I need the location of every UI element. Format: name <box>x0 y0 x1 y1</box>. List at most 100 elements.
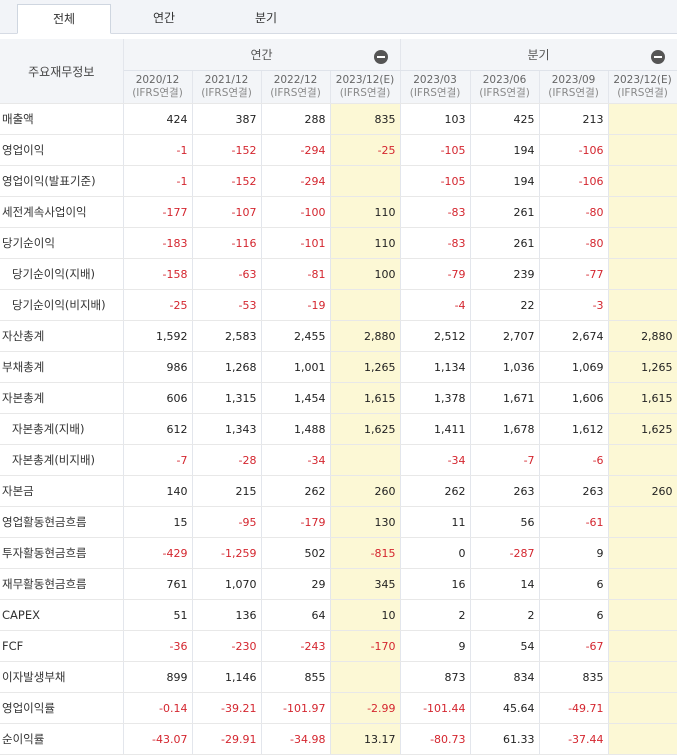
value-cell: 61.33 <box>470 723 540 755</box>
value-cell <box>608 444 677 476</box>
value-cell: 899 <box>123 661 193 693</box>
value-cell: 45.64 <box>470 692 540 724</box>
value-cell: -815 <box>330 537 401 569</box>
value-cell: 213 <box>539 103 609 135</box>
value-cell <box>608 723 677 755</box>
value-cell: 261 <box>470 227 540 259</box>
value-cell: 835 <box>330 103 401 135</box>
table-row: 영업이익(발표기준) -1 -152 -294 -105 194 -106 <box>0 165 677 197</box>
value-cell: 2 <box>470 599 540 631</box>
value-cell: -81 <box>261 258 331 290</box>
period-basis: (IFRS연결) <box>548 87 599 99</box>
value-cell: 100 <box>330 258 401 290</box>
collapse-quarter-icon[interactable] <box>650 50 665 64</box>
value-cell: 13.17 <box>330 723 401 755</box>
value-cell: 1,343 <box>192 413 262 445</box>
value-cell: 424 <box>123 103 193 135</box>
value-cell <box>330 165 401 197</box>
value-cell <box>330 444 401 476</box>
tab-annual[interactable]: 연간 <box>118 4 210 33</box>
value-cell: -95 <box>192 506 262 538</box>
financial-table: 주요재무정보 연간 분기 2020/12 (IFRS연결) 2021/12 (IFRS… <box>0 39 677 755</box>
period-header: 2023/03 (IFRS연결) <box>400 70 471 104</box>
row-label: 투자활동현금흐름 <box>0 537 124 569</box>
value-cell <box>608 599 677 631</box>
value-cell: 1,001 <box>261 351 331 383</box>
value-cell: -49.71 <box>539 692 609 724</box>
value-cell: 110 <box>330 227 401 259</box>
collapse-annual-icon[interactable] <box>373 50 388 64</box>
value-cell: 1,488 <box>261 413 331 445</box>
value-cell: 1,615 <box>330 382 401 414</box>
period-date: 2023/09 <box>551 74 596 86</box>
table-row: 순이익률 -43.07 -29.91 -34.98 13.17 -80.73 61.33 -3… <box>0 723 677 755</box>
value-cell: 986 <box>123 351 193 383</box>
period-date: 2021/12 <box>204 74 249 86</box>
value-cell: -43.07 <box>123 723 193 755</box>
value-cell: -83 <box>400 227 471 259</box>
value-cell: -25 <box>330 134 401 166</box>
value-cell: 10 <box>330 599 401 631</box>
period-date: 2023/12(E) <box>613 74 672 86</box>
value-cell: -1,259 <box>192 537 262 569</box>
tab-bar: 전체 연간 분기 <box>0 0 677 34</box>
value-cell: 1,671 <box>470 382 540 414</box>
period-header: 2022/12 (IFRS연결) <box>261 70 331 104</box>
period-basis: (IFRS연결) <box>409 87 461 99</box>
value-cell <box>608 692 677 724</box>
period-basis: (IFRS연결) <box>617 87 668 99</box>
value-cell <box>330 661 401 693</box>
value-cell: 0 <box>400 537 471 569</box>
table-row: 영업이익 -1 -152 -294 -25 -105 194 -106 <box>0 134 677 166</box>
period-header: 2023/06 (IFRS연결) <box>470 70 540 104</box>
value-cell: 16 <box>400 568 471 600</box>
row-label: 자산총계 <box>0 320 124 352</box>
value-cell <box>330 289 401 321</box>
value-cell: -39.21 <box>192 692 262 724</box>
row-label: 자본금 <box>0 475 124 507</box>
table-row: 자본총계 606 1,315 1,454 1,615 1,378 1,671 1,606 1,6… <box>0 382 677 414</box>
value-cell: -105 <box>400 134 471 166</box>
value-cell: -34 <box>400 444 471 476</box>
value-cell: 612 <box>123 413 193 445</box>
value-cell: 51 <box>123 599 193 631</box>
value-cell <box>608 568 677 600</box>
value-cell: -177 <box>123 196 193 228</box>
value-cell: 1,069 <box>539 351 609 383</box>
value-cell: -37.44 <box>539 723 609 755</box>
group-quarter-label: 분기 <box>527 48 550 62</box>
period-header: 2023/12(E) (IFRS연결) <box>330 70 401 104</box>
value-cell: 22 <box>470 289 540 321</box>
value-cell: -106 <box>539 165 609 197</box>
value-cell: 261 <box>470 196 540 228</box>
value-cell: 834 <box>470 661 540 693</box>
value-cell: 263 <box>470 475 540 507</box>
table-row: 자본금 140 215 262 260 262 263 263 260 <box>0 475 677 507</box>
value-cell: 2,707 <box>470 320 540 352</box>
value-cell: -158 <box>123 258 193 290</box>
value-cell: 2,583 <box>192 320 262 352</box>
value-cell <box>608 537 677 569</box>
tab-all[interactable]: 전체 <box>17 4 111 34</box>
value-cell: 130 <box>330 506 401 538</box>
table-row: FCF -36 -230 -243 -170 9 54 -67 <box>0 630 677 662</box>
value-cell: -243 <box>261 630 331 662</box>
table-row: 이자발생부채 899 1,146 855 873 834 835 <box>0 661 677 693</box>
period-basis: (IFRS연결) <box>479 87 530 99</box>
row-label: CAPEX <box>0 599 124 631</box>
value-cell: 873 <box>400 661 471 693</box>
row-label: 당기순이익(지배) <box>0 258 124 290</box>
value-cell: -29.91 <box>192 723 262 755</box>
value-cell: -36 <box>123 630 193 662</box>
value-cell: 140 <box>123 475 193 507</box>
value-cell: 345 <box>330 568 401 600</box>
period-header: 2020/12 (IFRS연결) <box>123 70 193 104</box>
tab-quarterly[interactable]: 분기 <box>220 4 312 33</box>
row-label: FCF <box>0 630 124 662</box>
value-cell: 64 <box>261 599 331 631</box>
value-cell: 136 <box>192 599 262 631</box>
table-row: CAPEX 51 136 64 10 2 2 6 <box>0 599 677 631</box>
table-row: 당기순이익 -183 -116 -101 110 -83 261 -80 <box>0 227 677 259</box>
value-cell: -107 <box>192 196 262 228</box>
value-cell: 1,265 <box>608 351 677 383</box>
